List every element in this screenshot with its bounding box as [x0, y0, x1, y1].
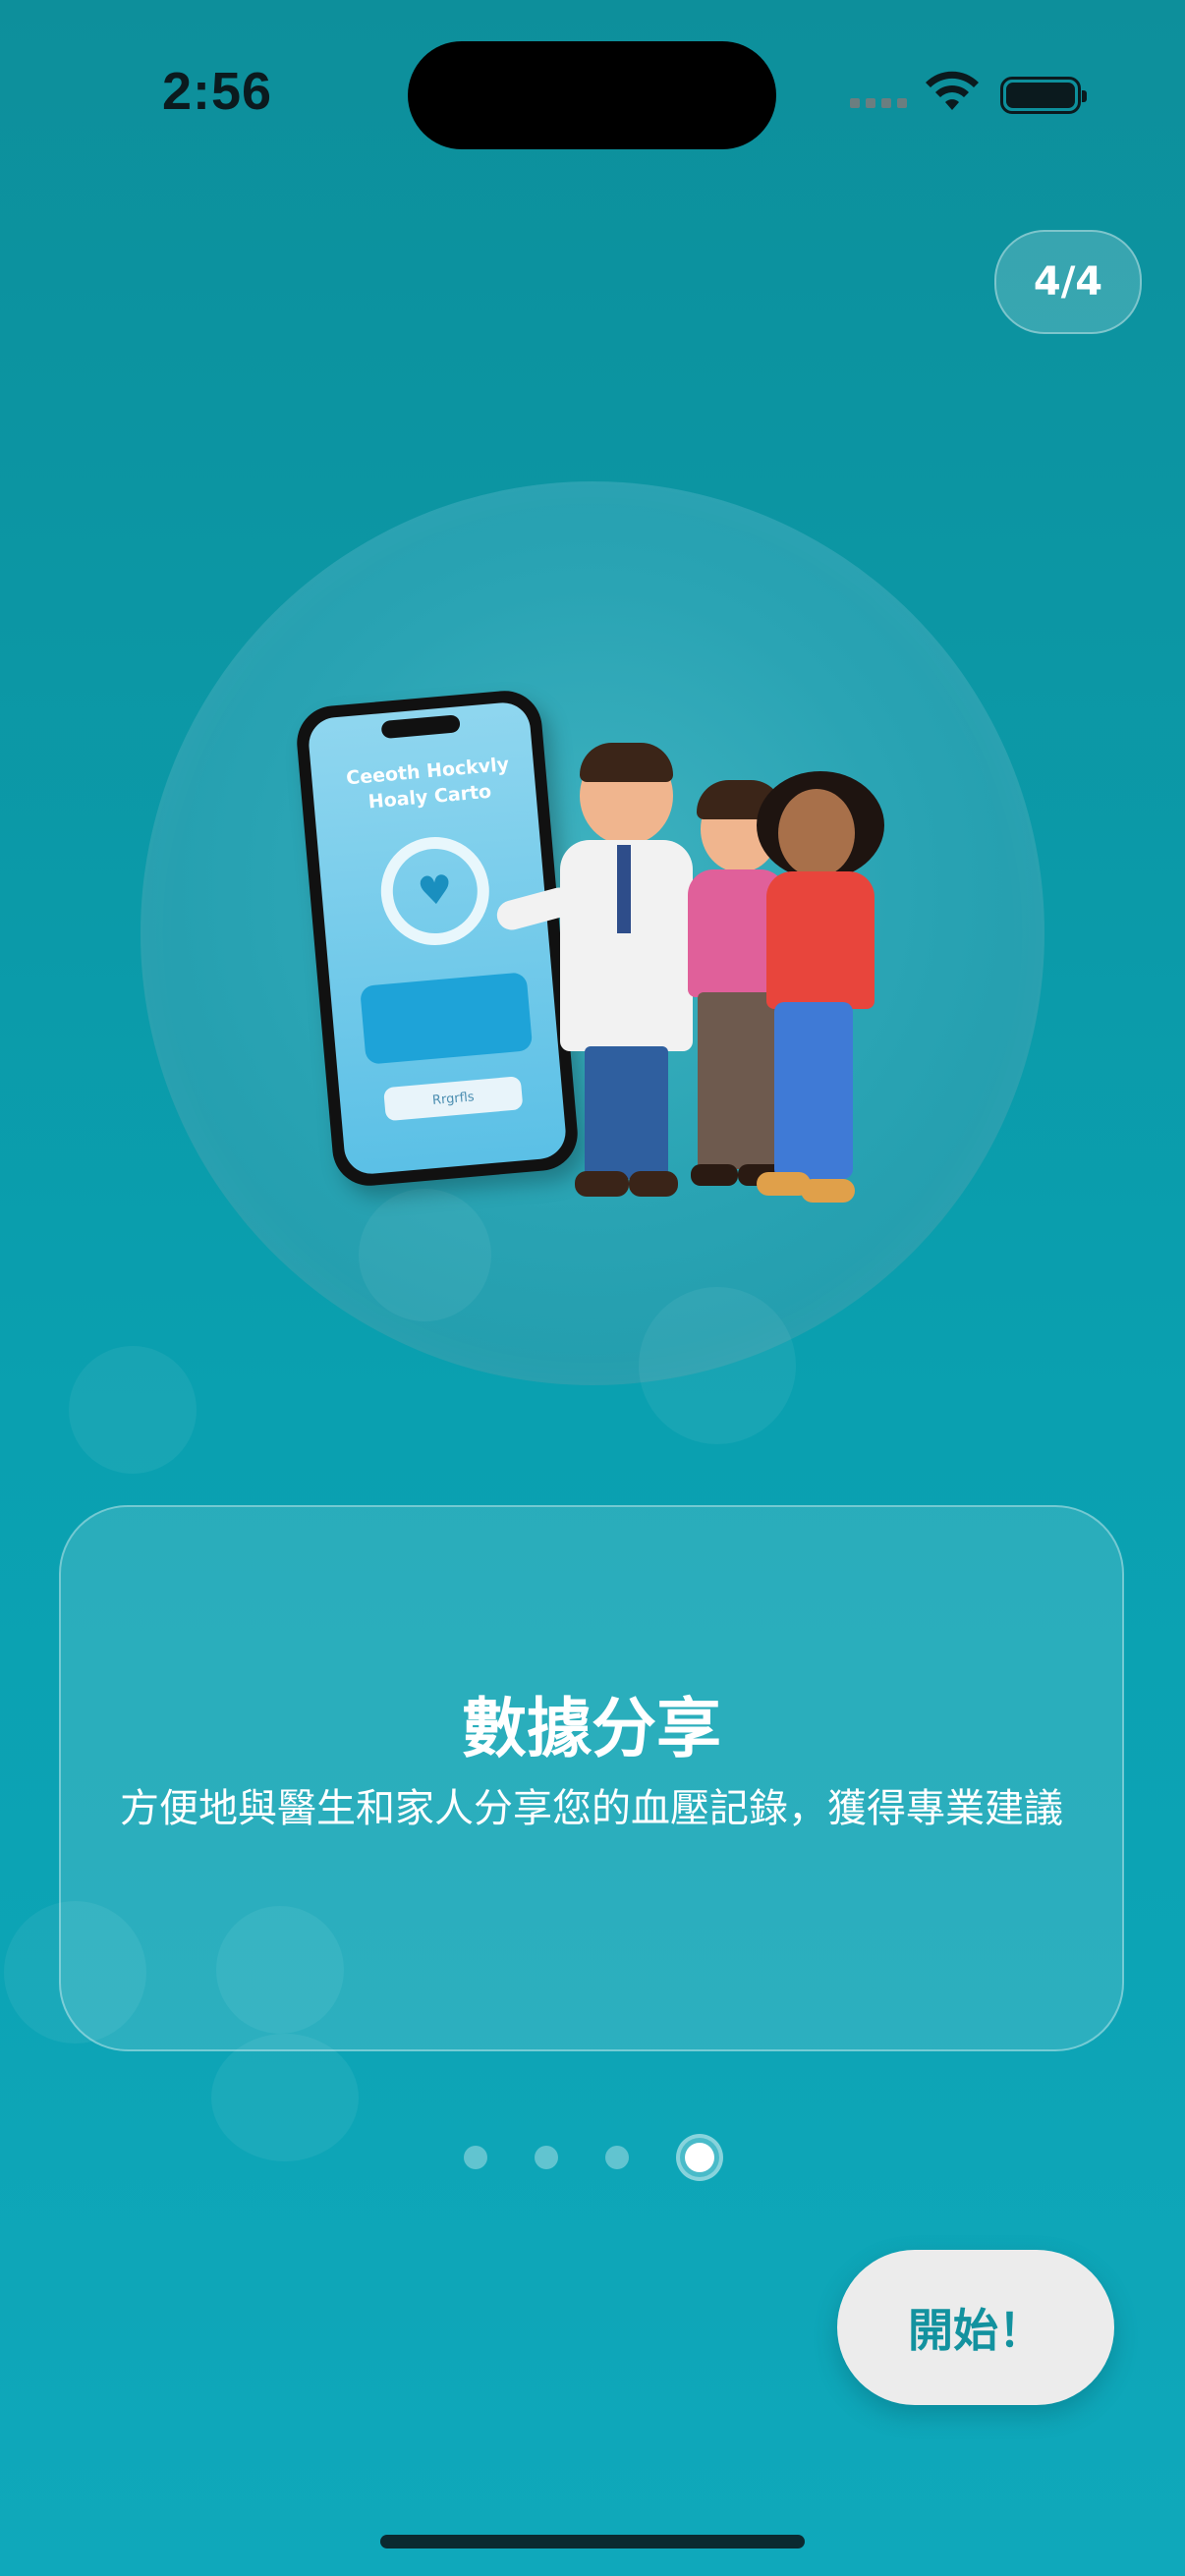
decorative-bubble — [69, 1346, 197, 1474]
wifi-icon — [926, 71, 979, 110]
start-button[interactable]: 開始！ — [837, 2250, 1114, 2405]
page-indicator-badge: 4/4 — [994, 230, 1142, 334]
card-description: 方便地與醫生和家人分享您的血壓記錄，獲得專業建議 — [120, 1786, 1063, 1831]
phone-screen-title: Ceeoth Hockvly Hoaly Carto — [345, 754, 510, 813]
phone-screen-button: Rrgrfls — [383, 1076, 524, 1122]
onboarding-content-card: 數據分享 方便地與醫生和家人分享您的血壓記錄，獲得專業建議 — [59, 1505, 1124, 2051]
home-indicator[interactable] — [380, 2535, 805, 2548]
heart-ring-icon: ♥ — [376, 832, 494, 950]
decorative-bubble — [211, 2034, 359, 2161]
pagination-dots — [462, 2134, 727, 2181]
page-dot-4-active[interactable] — [676, 2134, 723, 2181]
doctor-figure — [493, 743, 698, 1208]
dynamic-island — [408, 41, 776, 149]
decorative-bubble — [639, 1287, 796, 1444]
battery-icon — [1000, 77, 1087, 114]
page-dot-1[interactable] — [464, 2146, 487, 2169]
cellular-signal-icon — [850, 98, 907, 108]
phone-screen-card — [359, 972, 534, 1065]
onboarding-illustration: Ceeoth Hockvly Hoaly Carto ♥ Rrgrfls — [294, 688, 894, 1218]
status-time: 2:56 — [162, 62, 273, 121]
card-title: 數據分享 — [462, 1691, 721, 1766]
phone-illustration: Ceeoth Hockvly Hoaly Carto ♥ Rrgrfls — [294, 688, 581, 1189]
family-member-figure — [757, 771, 884, 1213]
status-bar: 2:56 — [0, 0, 1185, 187]
page-dot-2[interactable] — [535, 2146, 558, 2169]
page-dot-3[interactable] — [605, 2146, 629, 2169]
